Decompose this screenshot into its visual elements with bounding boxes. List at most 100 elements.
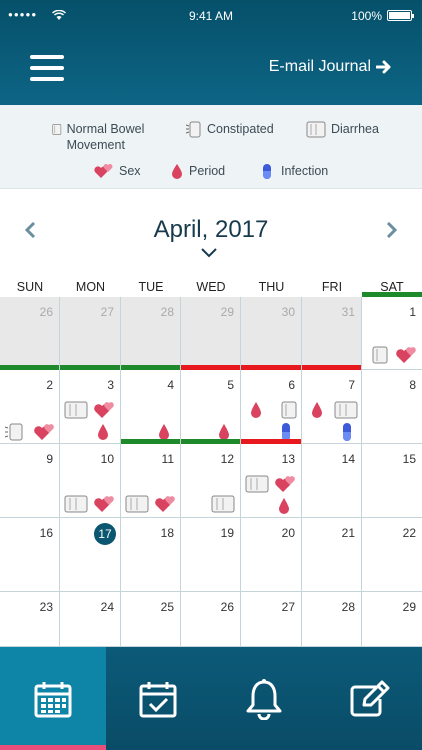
toilet-roll-icon <box>372 346 388 364</box>
day-number: 11 <box>161 452 174 466</box>
day-number: 8 <box>409 378 416 392</box>
calendar-day[interactable]: 31 <box>302 297 362 370</box>
legend-constipated-label: Constipated <box>207 122 274 136</box>
day-number: 29 <box>402 600 416 614</box>
day-number: 30 <box>281 305 295 319</box>
legend-diarrhea-label: Diarrhea <box>331 122 379 136</box>
calendar-day[interactable]: 30 <box>241 297 302 370</box>
calendar-day[interactable]: 13 <box>241 439 302 518</box>
calendar-day[interactable]: 29 <box>362 592 422 647</box>
next-month-button[interactable] <box>386 222 398 238</box>
tab-checklist[interactable] <box>106 647 212 750</box>
calendar-day[interactable]: 3 <box>60 365 121 444</box>
day-number: 9 <box>46 452 53 466</box>
day-number: 21 <box>341 526 355 540</box>
menu-bar <box>30 66 64 70</box>
calendar-day[interactable]: 4 <box>121 365 181 444</box>
blood-drop-icon <box>312 402 322 418</box>
day-status-good-bar <box>60 365 120 370</box>
calendar-day[interactable]: 12 <box>181 439 241 518</box>
hearts-icon <box>94 402 114 418</box>
day-number: 20 <box>281 526 295 540</box>
legend-normal: Normal Bowel Movement <box>52 121 162 153</box>
day-status-good-bar <box>0 365 59 370</box>
legend-normal-label: Normal Bowel Movement <box>66 122 145 152</box>
toilet-roll-diarrhea-icon <box>211 495 235 513</box>
calendar-day[interactable]: 28 <box>121 297 181 370</box>
day-number: 7 <box>348 378 355 392</box>
day-number: 10 <box>100 452 114 466</box>
day-number: 31 <box>341 305 355 319</box>
calendar-check-icon <box>139 681 177 717</box>
toilet-roll-constipated-icon <box>4 423 23 441</box>
calendar-icon <box>34 681 72 717</box>
day-status-good-bar <box>362 292 422 297</box>
chevron-down-icon[interactable] <box>201 248 217 258</box>
calendar-day[interactable]: 29 <box>181 297 241 370</box>
calendar-day[interactable]: 27 <box>241 592 302 647</box>
tab-bar <box>0 647 422 750</box>
calendar-day[interactable]: 26 <box>0 297 60 370</box>
calendar-day[interactable]: 19 <box>181 518 241 592</box>
calendar-day[interactable]: 27 <box>60 297 121 370</box>
day-number: 22 <box>402 526 416 540</box>
calendar-day[interactable]: 15 <box>362 444 422 518</box>
calendar-day[interactable]: 11 <box>121 439 181 518</box>
weekday-wed: WED <box>196 280 226 294</box>
calendar-day[interactable]: 7 <box>302 365 362 444</box>
tab-journal[interactable] <box>317 647 422 750</box>
day-status-good-bar <box>181 439 240 444</box>
app-header: ●●●●● 9:41 AM 100% E-mail Journal <box>0 0 422 105</box>
day-number: 27 <box>100 305 114 319</box>
hearts-icon <box>155 496 175 512</box>
legend-sex: Sex <box>94 163 141 179</box>
calendar-day[interactable]: 25 <box>121 592 181 647</box>
tab-reminders[interactable] <box>211 647 317 750</box>
calendar-day[interactable]: 6 <box>241 365 302 444</box>
calendar-day[interactable]: 24 <box>60 592 121 647</box>
calendar-day[interactable]: 22 <box>362 518 422 592</box>
day-number: 14 <box>341 452 355 466</box>
battery-icon <box>387 10 414 21</box>
day-number: 26 <box>39 305 53 319</box>
calendar-day[interactable]: 21 <box>302 518 362 592</box>
day-number: 29 <box>220 305 234 319</box>
calendar-day[interactable]: 23 <box>0 592 60 647</box>
calendar-day[interactable]: 20 <box>241 518 302 592</box>
calendar-day[interactable]: 17 <box>60 518 121 592</box>
calendar-day[interactable]: 16 <box>0 518 60 592</box>
edit-icon <box>350 680 390 716</box>
calendar-day[interactable]: 2 <box>0 365 60 444</box>
month-title: April, 2017 <box>153 216 269 243</box>
tab-calendar[interactable] <box>0 647 106 750</box>
weekday-fri: FRI <box>321 280 343 294</box>
weekday-thu: THU <box>258 280 285 294</box>
calendar-day[interactable]: 10 <box>60 444 121 518</box>
legend-panel: Normal Bowel Movement Constipated Diarrh… <box>0 105 422 189</box>
blood-drop-icon <box>98 424 108 440</box>
legend-infection-label: Infection <box>281 164 329 178</box>
status-bar: ●●●●● 9:41 AM 100% <box>0 0 422 32</box>
legend-constipated: Constipated <box>186 121 274 138</box>
bell-icon <box>246 678 282 720</box>
arrow-right-icon <box>376 60 391 74</box>
calendar-day[interactable]: 14 <box>302 444 362 518</box>
menu-button[interactable] <box>30 55 66 83</box>
email-journal-button[interactable]: E-mail Journal <box>269 58 392 76</box>
calendar-day[interactable]: 1 <box>362 292 422 370</box>
legend-diarrhea: Diarrhea <box>306 121 379 138</box>
calendar-day[interactable]: 26 <box>181 592 241 647</box>
legend-period: Period <box>170 163 225 179</box>
calendar-day[interactable]: 5 <box>181 365 241 444</box>
pill-icon <box>263 164 271 179</box>
calendar-day[interactable]: 8 <box>362 370 422 444</box>
day-status-bad-bar <box>241 439 301 444</box>
calendar-day[interactable]: 28 <box>302 592 362 647</box>
toilet-roll-icon <box>281 401 297 419</box>
calendar-day[interactable]: 18 <box>121 518 181 592</box>
day-number: 12 <box>220 452 234 466</box>
day-number: 25 <box>160 600 174 614</box>
day-number: 6 <box>288 378 295 392</box>
calendar-day[interactable]: 9 <box>0 444 60 518</box>
weekday-mon: MON <box>75 280 106 294</box>
